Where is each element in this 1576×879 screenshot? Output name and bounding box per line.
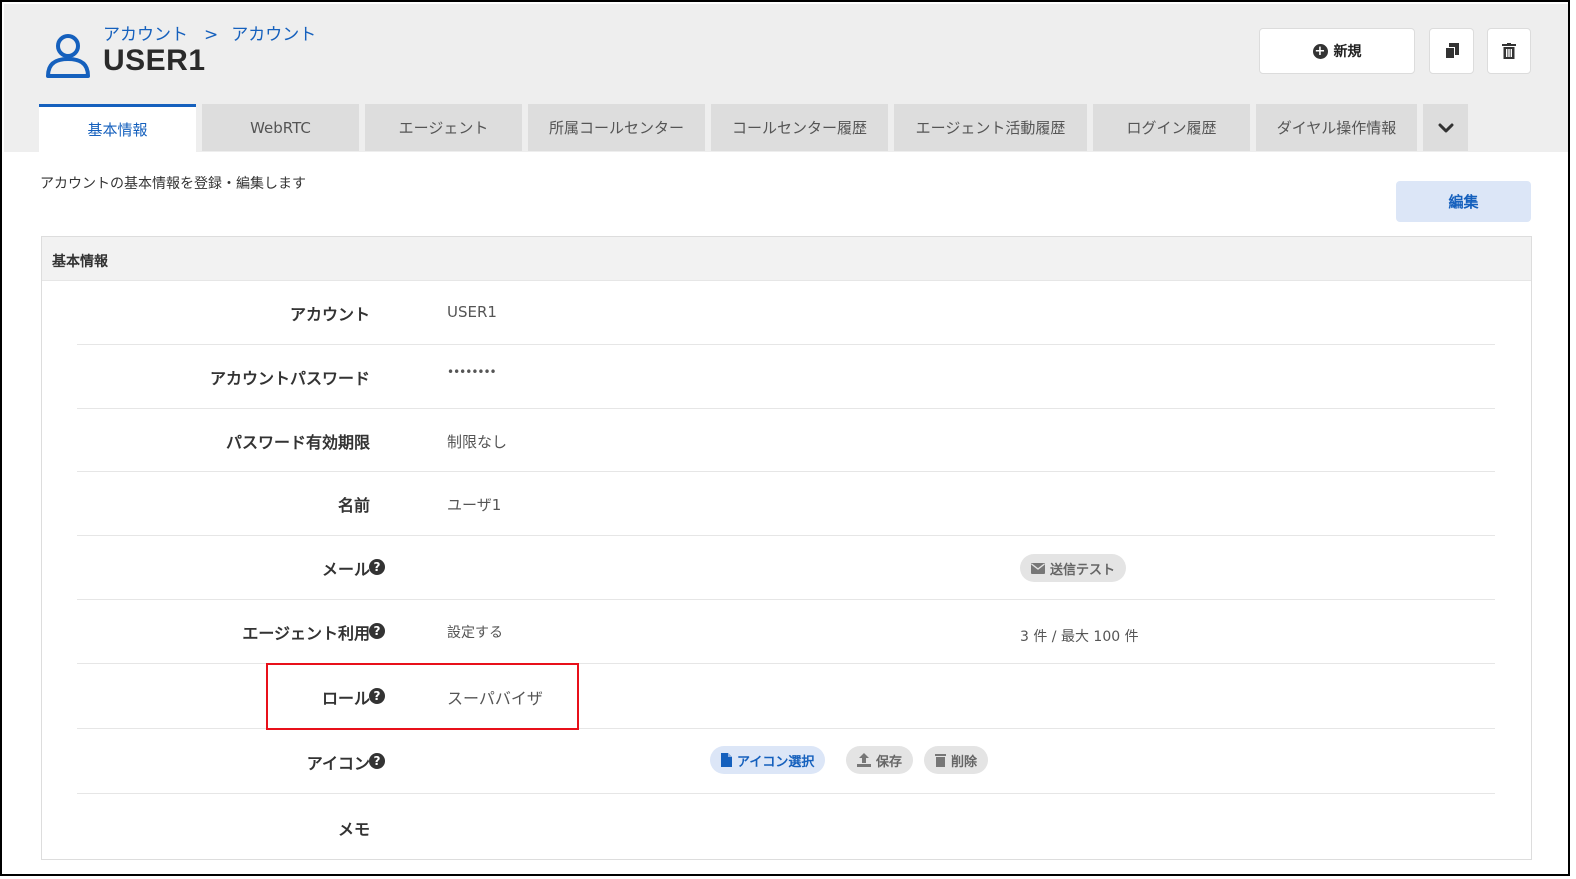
field-label: 名前 xyxy=(337,496,370,515)
user-icon xyxy=(46,34,90,78)
row-account-password: アカウントパスワード •••••••• xyxy=(77,345,1495,409)
plus-circle-icon: + xyxy=(1312,43,1328,59)
panel-title: 基本情報 xyxy=(52,254,108,270)
field-value: 設定する xyxy=(447,625,503,641)
envelope-icon xyxy=(1031,562,1045,574)
delete-button[interactable] xyxy=(1487,28,1531,74)
help-icon[interactable]: ? xyxy=(369,753,385,769)
save-icon-label: 保存 xyxy=(876,754,903,770)
row-memo: メモ xyxy=(77,794,1495,859)
new-button[interactable]: + 新規 xyxy=(1259,28,1415,74)
tab-dial-operation[interactable]: ダイヤル操作情報 xyxy=(1256,104,1417,151)
field-value-masked: •••••••• xyxy=(447,365,497,379)
help-icon[interactable]: ? xyxy=(369,623,385,639)
send-test-label: 送信テスト xyxy=(1050,562,1116,578)
upload-icon xyxy=(857,753,871,767)
trash-icon xyxy=(935,753,946,767)
send-test-button[interactable]: 送信テスト xyxy=(1020,554,1127,582)
field-label: アカウントパスワード xyxy=(209,369,370,388)
field-label: パスワード有効期限 xyxy=(225,433,370,452)
row-name: 名前 ユーザ1 xyxy=(77,472,1495,536)
tab-basic-info[interactable]: 基本情報 xyxy=(39,104,196,152)
field-label: アカウント xyxy=(289,305,370,324)
breadcrumb-separator: > xyxy=(204,25,219,45)
row-password-expiry: パスワード有効期限 制限なし xyxy=(77,409,1495,472)
chevron-down-icon xyxy=(1438,123,1453,132)
panel-header: 基本情報 xyxy=(42,237,1531,281)
app-window: アカウント > アカウント USER1 + 新規 基本情報 WebRTC エージェン… xyxy=(0,0,1570,876)
tab-call-center-history[interactable]: コールセンター履歴 xyxy=(711,104,888,151)
tab-more-button[interactable] xyxy=(1423,104,1468,151)
agent-count: 3 件 / 最大 100 件 xyxy=(1020,629,1139,645)
delete-icon-button[interactable]: 削除 xyxy=(924,746,989,774)
edit-button[interactable]: 編集 xyxy=(1396,181,1531,222)
tab-agent[interactable]: エージェント xyxy=(365,104,522,151)
field-value: USER1 xyxy=(447,303,497,321)
field-label: アイコン xyxy=(306,754,370,773)
copy-button[interactable] xyxy=(1429,28,1474,74)
tab-login-history[interactable]: ログイン履歴 xyxy=(1093,104,1250,151)
select-icon-label: アイコン選択 xyxy=(737,754,815,770)
breadcrumb: アカウント > アカウント xyxy=(103,20,316,45)
field-value: 制限なし xyxy=(447,433,508,451)
field-label: メモ xyxy=(337,820,370,839)
page-title: USER1 xyxy=(103,44,206,77)
tab-webrtc[interactable]: WebRTC xyxy=(202,104,359,151)
file-icon xyxy=(721,753,732,767)
row-agent-usage: エージェント利用 ? 設定する 3 件 / 最大 100 件 xyxy=(77,600,1495,664)
field-label: メール xyxy=(321,560,370,579)
tab-call-center[interactable]: 所属コールセンター xyxy=(528,104,705,151)
new-button-label: 新規 xyxy=(1333,44,1362,60)
copy-icon xyxy=(1444,43,1459,59)
field-value: ユーザ1 xyxy=(447,496,502,514)
breadcrumb-link-account-current[interactable]: アカウント xyxy=(231,20,316,45)
save-icon-button[interactable]: 保存 xyxy=(846,746,914,774)
row-icon: アイコン ? アイコン選択 保存 削除 xyxy=(77,729,1495,794)
row-mail: メール ? 送信テスト xyxy=(77,536,1495,600)
delete-icon-label: 削除 xyxy=(951,754,978,770)
page-description: アカウントの基本情報を登録・編集します xyxy=(40,176,306,192)
row-account: アカウント USER1 xyxy=(77,281,1495,345)
tab-agent-activity-history[interactable]: エージェント活動履歴 xyxy=(894,104,1087,151)
select-icon-button[interactable]: アイコン選択 xyxy=(710,746,826,774)
field-label: エージェント利用 xyxy=(242,624,370,643)
breadcrumb-link-account[interactable]: アカウント xyxy=(103,20,188,45)
help-icon[interactable]: ? xyxy=(369,559,385,575)
role-highlight-box xyxy=(266,663,579,730)
basic-info-panel: 基本情報 アカウント USER1 アカウントパスワード •••••••• パスワ… xyxy=(41,236,1532,860)
trash-icon xyxy=(1502,43,1516,59)
